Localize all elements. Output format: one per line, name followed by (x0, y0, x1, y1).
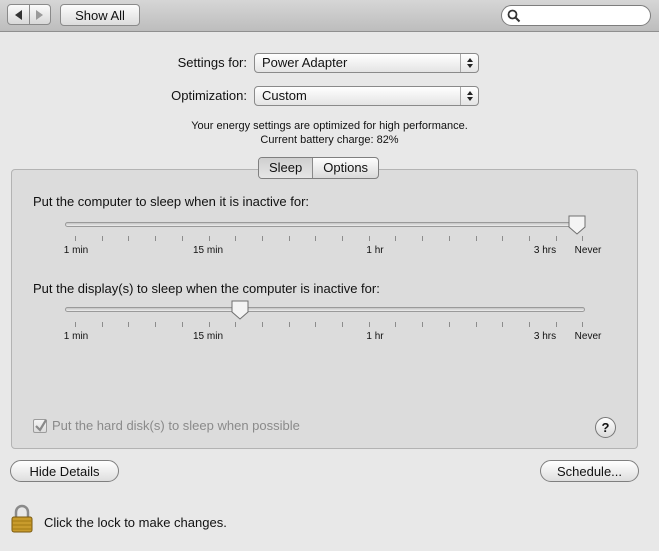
computer-sleep-tick-label: Never (574, 245, 602, 256)
settings-for-label: Settings for: (177, 55, 247, 70)
display-sleep-tick-mark (102, 322, 103, 327)
display-sleep-slider-thumb[interactable] (231, 300, 249, 320)
computer-sleep-tick-label: 15 min (192, 245, 224, 256)
display-sleep-tick-mark (369, 322, 370, 327)
display-sleep-tick-label: 1 hr (366, 331, 384, 342)
display-sleep-tick-mark (502, 322, 503, 327)
computer-sleep-tick-mark (422, 236, 423, 241)
help-icon: ? (601, 420, 610, 435)
computer-sleep-tick-mark (449, 236, 450, 241)
computer-sleep-tick-mark (128, 236, 129, 241)
computer-sleep-tick-mark (315, 236, 316, 241)
display-sleep-tick-mark (395, 322, 396, 327)
help-button[interactable]: ? (595, 417, 616, 438)
show-all-label: Show All (75, 7, 125, 23)
tab-sleep[interactable]: Sleep (259, 158, 313, 178)
back-button[interactable] (8, 5, 29, 24)
tab-bar: Sleep Options (258, 157, 380, 179)
checkmark-icon (35, 418, 47, 432)
computer-sleep-tick-mark (102, 236, 103, 241)
show-all-button[interactable]: Show All (60, 4, 140, 26)
hide-details-button[interactable]: Hide Details (10, 460, 119, 482)
computer-sleep-tick-label: 1 hr (366, 245, 384, 256)
computer-sleep-tick-mark (235, 236, 236, 241)
computer-sleep-tick-mark (582, 236, 583, 241)
computer-sleep-tick-mark (529, 236, 530, 241)
display-sleep-tick-label: 1 min (63, 331, 89, 342)
display-sleep-tick-mark (476, 322, 477, 327)
computer-sleep-tick-mark (262, 236, 263, 241)
display-sleep-tick-mark (582, 322, 583, 327)
settings-for-popup[interactable]: Power Adapter (254, 53, 479, 73)
computer-sleep-tick-mark (369, 236, 370, 241)
optimization-value: Custom (262, 88, 307, 103)
computer-sleep-tick-mark (395, 236, 396, 241)
popup-arrows-icon (460, 87, 478, 105)
display-sleep-tick-mark (449, 322, 450, 327)
popup-arrows-icon (460, 54, 478, 72)
hard-disk-sleep-row[interactable]: Put the hard disk(s) to sleep when possi… (33, 418, 300, 433)
optimization-label: Optimization: (171, 88, 247, 103)
computer-sleep-tick-mark (502, 236, 503, 241)
display-sleep-tick-mark (289, 322, 290, 327)
computer-sleep-tick-label: 1 min (63, 245, 89, 256)
display-sleep-tick-mark (182, 322, 183, 327)
hard-disk-sleep-checkbox[interactable] (33, 418, 47, 433)
optimization-popup[interactable]: Custom (254, 86, 479, 106)
display-sleep-tick-mark (342, 322, 343, 327)
hide-details-label: Hide Details (29, 463, 100, 479)
display-sleep-tick-label: 15 min (192, 331, 224, 342)
computer-sleep-tick-mark (155, 236, 156, 241)
display-sleep-tick-mark (529, 322, 530, 327)
computer-sleep-label: Put the computer to sleep when it is ina… (33, 194, 310, 209)
computer-sleep-tick-mark (556, 236, 557, 241)
back-forward-group (7, 4, 51, 25)
display-sleep-tick-mark (235, 322, 236, 327)
hard-disk-sleep-label: Put the hard disk(s) to sleep when possi… (52, 418, 300, 433)
forward-button[interactable] (28, 5, 51, 24)
computer-sleep-tick-mark (182, 236, 183, 241)
schedule-button[interactable]: Schedule... (540, 460, 639, 482)
computer-sleep-slider-thumb[interactable] (568, 215, 586, 235)
display-sleep-tick-mark (155, 322, 156, 327)
optimization-info-text: Your energy settings are optimized for h… (191, 120, 468, 132)
display-sleep-tick-mark (262, 322, 263, 327)
display-sleep-tick-mark (315, 322, 316, 327)
computer-sleep-tick-mark (75, 236, 76, 241)
display-sleep-tick-mark (209, 322, 210, 327)
toolbar: Show All (0, 0, 659, 32)
back-arrow-icon (14, 9, 22, 20)
settings-for-value: Power Adapter (262, 55, 348, 70)
search-field[interactable] (501, 5, 651, 26)
search-input[interactable] (524, 7, 644, 24)
computer-sleep-slider[interactable] (65, 222, 585, 227)
lock-message: Click the lock to make changes. (44, 515, 227, 530)
schedule-label: Schedule... (556, 463, 623, 479)
battery-charge-text: Current battery charge: 82% (260, 134, 399, 146)
computer-sleep-tick-mark (342, 236, 343, 241)
forward-arrow-icon (36, 9, 44, 20)
display-sleep-tick-mark (128, 322, 129, 327)
computer-sleep-tick-label: 3 hrs (533, 245, 557, 256)
display-sleep-tick-mark (75, 322, 76, 327)
display-sleep-tick-label: Never (574, 331, 602, 342)
computer-sleep-tick-mark (476, 236, 477, 241)
computer-sleep-tick-mark (289, 236, 290, 241)
search-icon (507, 9, 521, 23)
display-sleep-tick-mark (422, 322, 423, 327)
lock-icon[interactable] (10, 504, 34, 534)
tab-options[interactable]: Options (312, 158, 378, 178)
display-sleep-tick-mark (556, 322, 557, 327)
display-sleep-tick-label: 3 hrs (533, 331, 557, 342)
display-sleep-slider[interactable] (65, 307, 585, 312)
computer-sleep-tick-mark (209, 236, 210, 241)
display-sleep-label: Put the display(s) to sleep when the com… (33, 281, 380, 296)
